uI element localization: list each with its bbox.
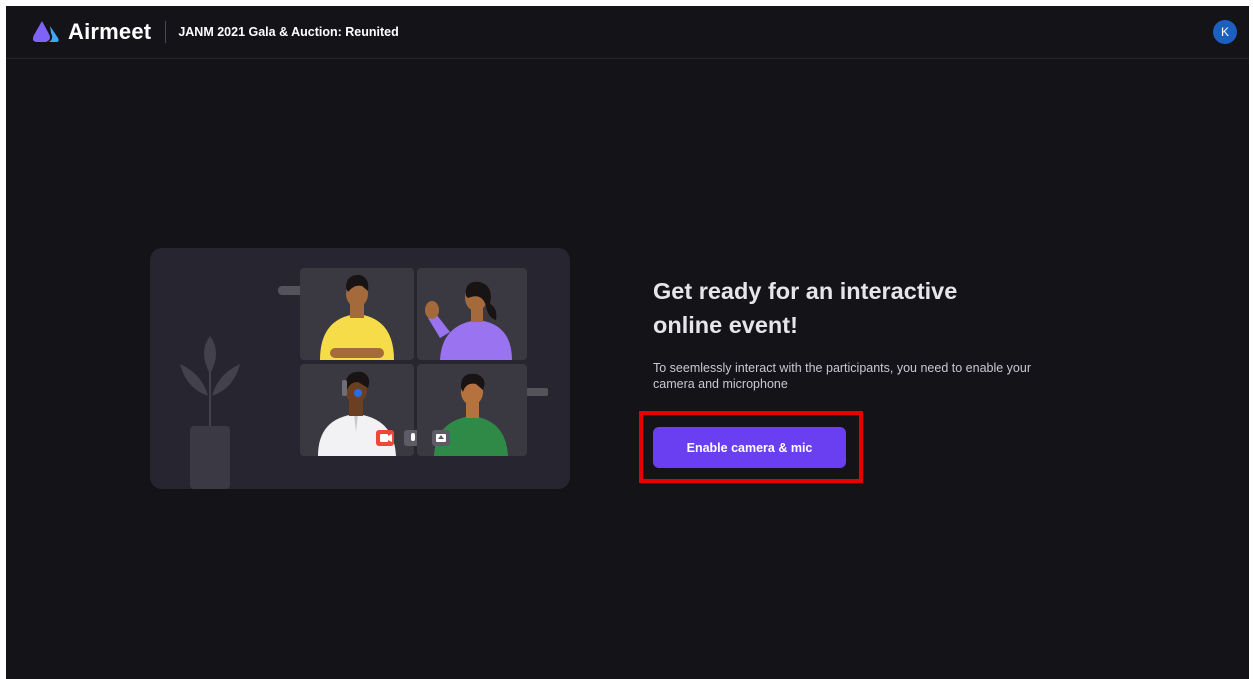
participant-tile-purple [417,268,527,360]
user-avatar[interactable]: K [1213,20,1237,44]
airmeet-logo-icon [32,21,59,42]
page-headline: Get ready for an interactive online even… [653,278,958,338]
event-title: JANM 2021 Gala & Auction: Reunited [178,25,399,39]
video-call-illustration [150,248,570,489]
app-window: Airmeet JANM 2021 Gala & Auction: Reunit… [6,6,1249,679]
participant-tile-headset [300,364,422,456]
header-divider [165,21,167,43]
page-description: To seemlessly interact with the particip… [653,361,1031,391]
participant-tile-yellow [300,268,414,360]
participant-tile-green [417,364,527,456]
top-bar: Airmeet JANM 2021 Gala & Auction: Reunit… [6,6,1249,59]
brand[interactable]: Airmeet [32,19,151,45]
plant-icon [180,336,240,489]
brand-name: Airmeet [68,19,152,44]
enable-camera-mic-button[interactable]: Enable camera & mic [653,427,846,468]
